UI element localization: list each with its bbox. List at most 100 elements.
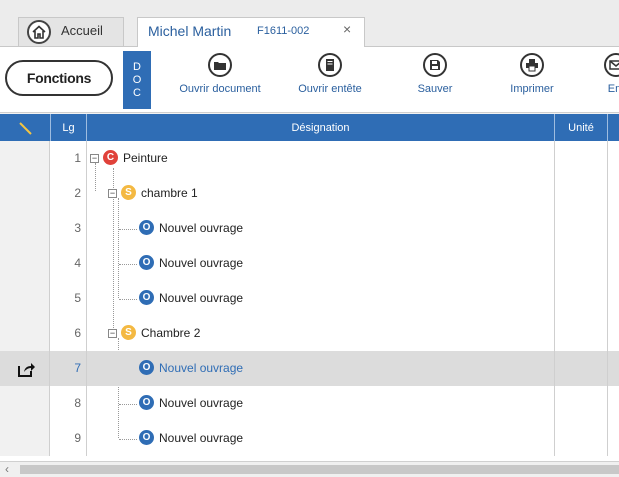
folder-icon bbox=[208, 53, 232, 77]
ouvrage-icon: O bbox=[139, 395, 154, 410]
collapse-icon[interactable]: − bbox=[108, 189, 117, 198]
ouvrage-icon: O bbox=[139, 360, 154, 375]
document-grid: 1 − C Peinture 2 − S chambre 1 3 O Nouve… bbox=[0, 141, 619, 461]
email-label: Em bbox=[607, 83, 619, 95]
row-gutter[interactable] bbox=[0, 176, 50, 211]
designation-cell[interactable]: O Nouvel ouvrage bbox=[87, 386, 555, 421]
designation-cell[interactable]: − S Chambre 2 bbox=[87, 316, 555, 351]
designation-text: chambre 1 bbox=[141, 185, 198, 200]
open-header-button[interactable]: Ouvrir entête bbox=[285, 53, 375, 109]
row-number: 8 bbox=[51, 386, 87, 421]
row-gutter[interactable] bbox=[0, 351, 50, 386]
toolbar: Fonctions D O C Ouvrir document Ouvrir e… bbox=[0, 47, 619, 113]
tab-document-title: Michel Martin bbox=[148, 23, 232, 39]
section-icon: S bbox=[121, 325, 136, 340]
ouvrage-icon: O bbox=[139, 430, 154, 445]
tab-bar: Accueil Michel Martin F1611-002 × bbox=[0, 0, 619, 47]
tab-document[interactable]: Michel Martin F1611-002 × bbox=[137, 17, 365, 47]
designation-text: Peinture bbox=[123, 150, 168, 165]
unite-cell[interactable] bbox=[555, 386, 608, 421]
designation-cell[interactable]: − C Peinture bbox=[87, 141, 555, 176]
designation-text: Nouvel ouvrage bbox=[159, 290, 244, 305]
unite-cell[interactable] bbox=[555, 176, 608, 211]
designation-text: Chambre 2 bbox=[141, 325, 201, 340]
pencil-icon bbox=[19, 121, 32, 135]
open-header-label: Ouvrir entête bbox=[298, 83, 362, 95]
column-selector[interactable] bbox=[0, 114, 51, 141]
row-number: 9 bbox=[51, 421, 87, 456]
email-icon bbox=[604, 53, 619, 77]
table-row[interactable]: 2 − S chambre 1 bbox=[0, 176, 619, 211]
doc-strip[interactable]: D O C bbox=[123, 51, 151, 109]
unite-cell[interactable] bbox=[555, 421, 608, 456]
email-button[interactable]: Em bbox=[596, 53, 619, 109]
ouvrage-icon: O bbox=[139, 290, 154, 305]
horizontal-scrollbar[interactable]: ‹ bbox=[0, 461, 619, 477]
close-icon[interactable]: × bbox=[343, 21, 351, 37]
tab-document-code: F1611-002 bbox=[257, 25, 310, 37]
scrollbar-thumb[interactable] bbox=[20, 465, 619, 474]
tab-home[interactable]: Accueil bbox=[18, 17, 124, 46]
row-gutter[interactable] bbox=[0, 386, 50, 421]
collapse-icon[interactable]: − bbox=[90, 154, 99, 163]
scroll-left-icon[interactable]: ‹ bbox=[5, 462, 9, 476]
unite-cell[interactable] bbox=[555, 141, 608, 176]
unite-cell[interactable] bbox=[555, 211, 608, 246]
row-gutter[interactable] bbox=[0, 211, 50, 246]
doc-strip-letter: D bbox=[133, 60, 141, 73]
save-label: Sauver bbox=[417, 83, 453, 95]
row-gutter[interactable] bbox=[0, 281, 50, 316]
unite-cell[interactable] bbox=[555, 316, 608, 351]
table-row[interactable]: 3 O Nouvel ouvrage bbox=[0, 211, 619, 246]
unite-cell[interactable] bbox=[555, 281, 608, 316]
open-document-button[interactable]: Ouvrir document bbox=[170, 53, 270, 109]
table-row[interactable]: 9 O Nouvel ouvrage bbox=[0, 421, 619, 456]
section-icon: S bbox=[121, 185, 136, 200]
row-gutter[interactable] bbox=[0, 316, 50, 351]
designation-text: Nouvel ouvrage bbox=[159, 220, 244, 235]
table-row[interactable]: 8 O Nouvel ouvrage bbox=[0, 386, 619, 421]
doc-strip-letter: O bbox=[132, 73, 142, 86]
unite-cell[interactable] bbox=[555, 246, 608, 281]
table-row[interactable]: 1 − C Peinture bbox=[0, 141, 619, 176]
print-label: Imprimer bbox=[510, 83, 554, 95]
grid-header: Lg Désignation Unité bbox=[0, 114, 619, 141]
column-lg[interactable]: Lg bbox=[51, 114, 87, 141]
designation-cell[interactable]: O Nouvel ouvrage bbox=[87, 421, 555, 456]
designation-text: Nouvel ouvrage bbox=[159, 360, 244, 375]
designation-text: Nouvel ouvrage bbox=[159, 430, 244, 445]
edit-share-icon[interactable] bbox=[18, 361, 36, 377]
fonctions-button[interactable]: Fonctions bbox=[5, 60, 113, 96]
tab-home-label: Accueil bbox=[61, 23, 103, 38]
designation-text: Nouvel ouvrage bbox=[159, 395, 244, 410]
designation-cell[interactable]: O Nouvel ouvrage bbox=[87, 246, 555, 281]
row-number: 5 bbox=[51, 281, 87, 316]
doc-strip-letter: C bbox=[133, 86, 141, 99]
designation-cell[interactable]: O Nouvel ouvrage bbox=[87, 211, 555, 246]
table-row[interactable]: 6 − S Chambre 2 bbox=[0, 316, 619, 351]
unite-cell[interactable] bbox=[555, 351, 608, 386]
column-unite[interactable]: Unité bbox=[555, 114, 608, 141]
row-gutter[interactable] bbox=[0, 421, 50, 456]
table-row[interactable]: 4 O Nouvel ouvrage bbox=[0, 246, 619, 281]
table-row[interactable]: 5 O Nouvel ouvrage bbox=[0, 281, 619, 316]
print-button[interactable]: Imprimer bbox=[497, 53, 567, 109]
save-button[interactable]: Sauver bbox=[405, 53, 465, 109]
document-icon bbox=[318, 53, 342, 77]
ouvrage-icon: O bbox=[139, 255, 154, 270]
printer-icon bbox=[520, 53, 544, 77]
collapse-icon[interactable]: − bbox=[108, 329, 117, 338]
open-document-label: Ouvrir document bbox=[179, 83, 261, 95]
row-number: 7 bbox=[51, 351, 87, 386]
column-designation[interactable]: Désignation bbox=[87, 114, 555, 141]
ouvrage-icon: O bbox=[139, 220, 154, 235]
row-gutter[interactable] bbox=[0, 141, 50, 176]
row-gutter[interactable] bbox=[0, 246, 50, 281]
designation-cell[interactable]: O Nouvel ouvrage bbox=[87, 281, 555, 316]
designation-cell[interactable]: O Nouvel ouvrage bbox=[87, 351, 555, 386]
save-icon bbox=[423, 53, 447, 77]
table-row-selected[interactable]: 7 O Nouvel ouvrage bbox=[0, 351, 619, 386]
row-number: 4 bbox=[51, 246, 87, 281]
row-number: 3 bbox=[51, 211, 87, 246]
designation-cell[interactable]: − S chambre 1 bbox=[87, 176, 555, 211]
